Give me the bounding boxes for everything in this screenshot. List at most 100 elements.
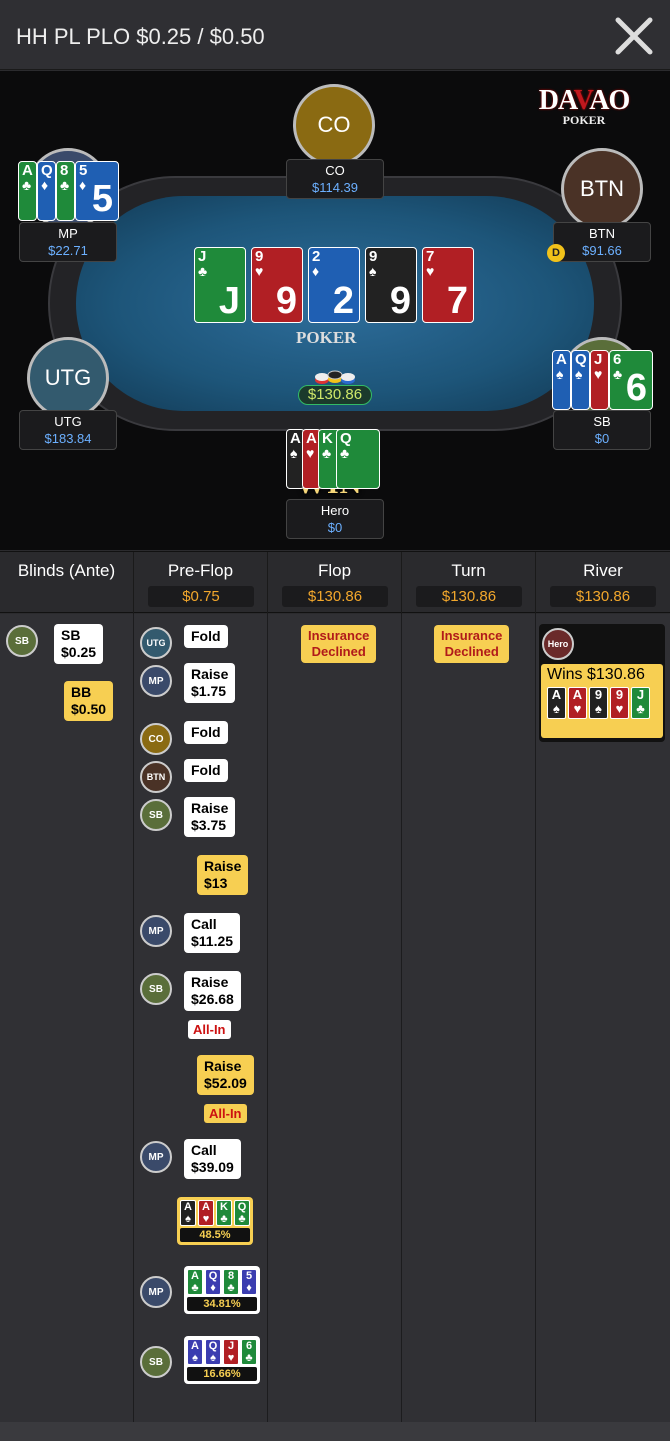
street-river[interactable]: River $130.86: [536, 552, 670, 614]
seat-sb-name: SB: [593, 414, 611, 429]
davao-logo: DAVAO POKER: [534, 85, 634, 135]
card-rank: K: [322, 430, 333, 447]
mini-card: 5 ♦: [241, 1269, 257, 1295]
seat-utg-plate: UTG $183.84: [19, 410, 117, 450]
col-river: Hero Wins $130.86 A ♠ A ♥ 9 ♠ 9 ♥ J ♣: [536, 614, 670, 1422]
player-pill: UTG: [140, 627, 172, 659]
bubble-action: Fold: [191, 724, 221, 740]
card-rank-large: 9: [275, 280, 297, 322]
card-suit: ♣: [198, 263, 208, 279]
pot-amount: $130.86: [298, 385, 372, 405]
bubble-line2: Declined: [444, 644, 499, 659]
bubble-amount: $0.50: [71, 701, 107, 717]
card-rank: Q: [575, 351, 587, 368]
seat-co-avatar[interactable]: CO: [293, 84, 375, 166]
seat-hero-plate: Hero $0: [286, 499, 384, 539]
wins-text: Wins $130.86: [547, 666, 645, 683]
player-pill: MP: [140, 665, 172, 697]
board-card: 9 ♠ 9: [365, 247, 417, 323]
mini-card: A ♣: [187, 1269, 203, 1295]
player-pill: SB: [140, 973, 172, 1005]
footer-bar: [0, 1422, 670, 1441]
card-rank: A: [306, 430, 317, 447]
card-rank: 5: [79, 162, 88, 179]
bubble-action: BB: [71, 684, 92, 700]
pot-chips-icon: [312, 367, 358, 387]
card-suit: ♠: [575, 366, 583, 382]
header: HH PL PLO $0.25 / $0.50: [0, 0, 670, 70]
seat-btn-avatar[interactable]: BTN: [561, 148, 643, 230]
insurance-bubble: Insurance Declined: [434, 625, 510, 663]
card-suit: ♦: [41, 177, 49, 193]
action-bubble: Raise $26.68: [184, 971, 241, 1011]
player-pill: MP: [140, 1276, 172, 1308]
seat-mp-plate: MP $22.71: [19, 222, 117, 262]
mp-hole-card: Q ♦: [37, 161, 56, 221]
col-blinds: SB SB $0.25 BB $0.50: [0, 614, 134, 1422]
street-flop[interactable]: Flop $130.86: [268, 552, 402, 614]
felt-logo: POKER: [296, 328, 357, 347]
seat-utg-avatar[interactable]: UTG: [27, 337, 109, 419]
card-rank-large: J: [218, 280, 240, 322]
sb-hole-card: A ♠: [552, 350, 571, 410]
sb-hole-card: J ♥: [590, 350, 609, 410]
card-rank: 9: [369, 248, 378, 265]
card-rank-large: 5: [91, 178, 113, 220]
card-rank: Q: [41, 162, 53, 179]
seat-btn-name: BTN: [589, 226, 615, 241]
street-pot: $130.86: [416, 586, 522, 607]
seat-utg-stack: $183.84: [44, 431, 92, 446]
action-bubble: Raise $13: [197, 855, 249, 895]
bubble-amount: $39.09: [191, 1159, 234, 1175]
mini-card: 8 ♣: [223, 1269, 239, 1295]
bubble-action: Call: [191, 916, 217, 932]
mini-card: A ♥: [198, 1200, 214, 1226]
board-card: 2 ♦ 2: [308, 247, 360, 323]
card-rank-large: 7: [446, 280, 468, 322]
action-bubble: Raise $52.09: [197, 1055, 254, 1095]
wins-box: Wins $130.86 A ♠ A ♥ 9 ♠ 9 ♥ J ♣: [541, 664, 663, 738]
card-suit: ♥: [426, 263, 435, 279]
card-suit: ♣: [60, 177, 70, 193]
street-pot: $130.86: [282, 586, 388, 607]
seat-hero-stack: $0: [327, 520, 343, 535]
card-rank: 6: [613, 351, 622, 368]
mp-hole-card: A ♣: [18, 161, 37, 221]
mini-card: J ♣: [631, 687, 650, 719]
board-card: J ♣ J: [194, 247, 246, 323]
seat-sb-plate: SB $0: [553, 410, 651, 450]
card-rank-large: 6: [625, 367, 647, 409]
seat-co-stack: $114.39: [311, 180, 359, 195]
card-rank: 2: [312, 248, 321, 265]
col-turn: Insurance Declined: [402, 614, 536, 1422]
seat-utg-avatar-label: UTG: [44, 365, 92, 390]
dealer-button: D: [547, 244, 565, 262]
street-pot: $130.86: [550, 586, 656, 607]
equity-box: A ♣ Q ♦ 8 ♣ 5 ♦ 34.81%: [184, 1266, 260, 1314]
street-blinds[interactable]: Blinds (Ante): [0, 552, 134, 614]
close-button[interactable]: [612, 14, 656, 58]
player-pill: Hero: [542, 628, 574, 660]
action-bubble: Fold: [184, 721, 228, 744]
street-name: Blinds (Ante): [17, 561, 116, 580]
action-bubble: Fold: [184, 625, 228, 648]
bubble-action: Call: [191, 1142, 217, 1158]
bubble-amount: $3.75: [191, 817, 227, 833]
mini-card: Q ♦: [205, 1269, 221, 1295]
equity-box: A ♠ Q ♠ J ♥ 6 ♣ 16.66%: [184, 1336, 260, 1384]
card-rank: 7: [426, 248, 435, 265]
street-turn[interactable]: Turn $130.86: [402, 552, 536, 614]
action-bubble: Call $39.09: [184, 1139, 241, 1179]
street-name: Pre-Flop: [167, 561, 234, 580]
street-preflop[interactable]: Pre-Flop $0.75: [134, 552, 268, 614]
board-card: 7 ♥ 7: [422, 247, 474, 323]
card-rank: A: [22, 162, 33, 179]
seat-btn-avatar-label: BTN: [580, 176, 624, 201]
card-suit: ♦: [79, 177, 87, 193]
bubble-amount: $52.09: [204, 1075, 247, 1091]
player-pill: SB: [140, 799, 172, 831]
player-pill: SB: [6, 625, 38, 657]
bubble-action: Fold: [191, 762, 221, 778]
mini-card: K ♣: [216, 1200, 232, 1226]
mini-card: Q ♠: [205, 1339, 221, 1365]
